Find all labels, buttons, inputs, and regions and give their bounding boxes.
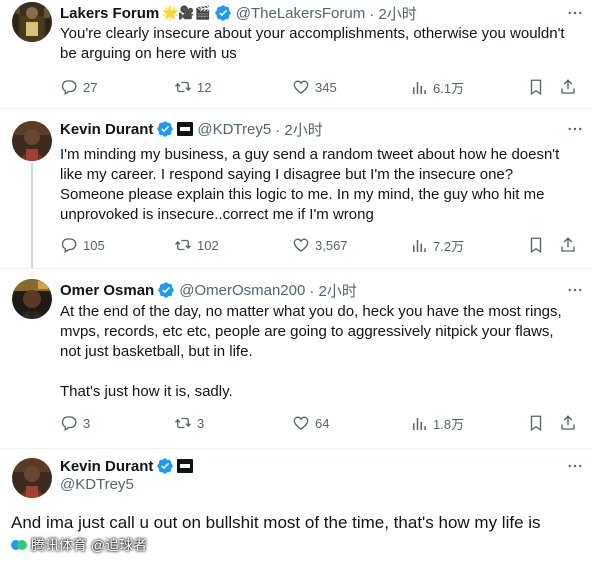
like-count: 3,567 — [315, 237, 348, 253]
reply-icon — [61, 416, 77, 431]
watermark-text: 腾讯体育 @追球者 — [31, 537, 148, 553]
share-button[interactable] — [559, 236, 577, 254]
tweet-text: And ima just call u out on bullshit most… — [11, 513, 541, 532]
handle[interactable]: @KDTrey5 — [60, 476, 134, 493]
views-button[interactable]: 1.8万 — [410, 414, 464, 433]
reply-button[interactable]: 105 — [60, 236, 105, 254]
display-name[interactable]: Omer Osman — [60, 282, 154, 299]
reply-icon — [61, 80, 77, 95]
share-icon — [561, 237, 575, 252]
view-count: 6.1万 — [433, 81, 465, 96]
name-emoji: 🌟🎥🎬 — [162, 5, 211, 20]
reply-count: 3 — [83, 415, 91, 431]
share-icon — [561, 415, 575, 430]
retweet-count: 12 — [197, 79, 212, 95]
more-options-icon[interactable] — [565, 457, 585, 475]
bookmark-button[interactable] — [527, 414, 545, 432]
verified-badge-icon — [157, 281, 175, 299]
retweet-count: 3 — [197, 415, 205, 431]
share-button[interactable] — [559, 78, 577, 96]
affiliate-flag-icon — [177, 122, 194, 136]
retweet-button[interactable]: 102 — [174, 236, 219, 254]
bookmark-button[interactable] — [527, 236, 545, 254]
analytics-icon — [413, 417, 426, 430]
view-count: 7.2万 — [433, 239, 465, 254]
retweet-icon — [175, 417, 191, 429]
analytics-icon — [413, 239, 426, 252]
tweet-header: Omer Osman @OmerOsman200 · 2小时 — [60, 279, 585, 301]
verified-badge-icon — [156, 457, 174, 475]
display-name[interactable]: Kevin Durant — [60, 121, 153, 138]
views-button[interactable]: 6.1万 — [410, 78, 464, 97]
tweet-lakers-forum[interactable]: Lakers Forum 🌟🎥🎬 @TheLakersForum · 2小时 Y… — [0, 0, 593, 107]
tweet-text: At the end of the day, no matter what yo… — [60, 303, 562, 400]
bookmark-icon — [530, 237, 542, 254]
reply-icon — [61, 238, 77, 253]
divider — [0, 448, 593, 449]
views-button[interactable]: 7.2万 — [410, 236, 464, 255]
view-count: 1.8万 — [433, 417, 465, 432]
timestamp[interactable]: · 2小时 — [275, 119, 323, 140]
heart-icon — [293, 238, 309, 252]
handle[interactable]: @TheLakersForum — [236, 5, 365, 22]
tweet-header: Kevin Durant — [60, 455, 585, 477]
thread-line — [31, 163, 33, 269]
avatar-lakers-forum[interactable] — [12, 2, 52, 42]
handle[interactable]: @OmerOsman200 — [179, 282, 305, 299]
retweet-icon — [175, 81, 191, 93]
divider — [0, 268, 593, 269]
like-count: 64 — [315, 415, 330, 431]
avatar-omer-osman[interactable] — [12, 279, 52, 319]
retweet-icon — [175, 239, 191, 251]
analytics-icon — [413, 81, 426, 94]
share-button[interactable] — [559, 414, 577, 432]
more-options-icon[interactable] — [565, 281, 585, 299]
reply-count: 105 — [83, 237, 105, 253]
like-button[interactable]: 345 — [292, 78, 337, 96]
watermark: 腾讯体育 @追球者 — [10, 535, 147, 555]
affiliate-flag-icon — [177, 459, 194, 473]
reply-count: 27 — [83, 79, 98, 95]
watermark-logo-icon — [11, 540, 27, 550]
heart-icon — [293, 416, 309, 430]
like-count: 345 — [315, 79, 337, 95]
retweet-button[interactable]: 3 — [174, 414, 204, 432]
handle[interactable]: @KDTrey5 — [197, 121, 271, 138]
more-options-icon[interactable] — [565, 4, 585, 22]
timestamp[interactable]: · 2小时 — [369, 3, 417, 24]
avatar-kevin-durant[interactable] — [12, 458, 52, 498]
bookmark-icon — [530, 415, 542, 432]
reply-button[interactable]: 3 — [60, 414, 90, 432]
action-bar: 27 12 345 6.1万 — [60, 78, 582, 98]
bookmark-button[interactable] — [527, 78, 545, 96]
timestamp[interactable]: · 2小时 — [309, 280, 357, 301]
display-name[interactable]: Lakers Forum — [60, 5, 159, 22]
like-button[interactable]: 3,567 — [292, 236, 348, 254]
share-icon — [561, 79, 575, 94]
action-bar: 3 3 64 1.8万 — [60, 414, 582, 434]
divider — [0, 108, 593, 109]
tweet-header: Kevin Durant @KDTrey5 · 2小时 — [60, 118, 585, 140]
verified-badge-icon — [156, 120, 174, 138]
avatar-kevin-durant[interactable] — [12, 121, 52, 161]
reply-button[interactable]: 27 — [60, 78, 97, 96]
tweet-text: You're clearly insecure about your accom… — [60, 25, 569, 62]
tweet-text: I'm minding my business, a guy send a ra… — [60, 146, 564, 223]
action-bar: 105 102 3,567 7.2万 — [60, 236, 582, 256]
retweet-button[interactable]: 12 — [174, 78, 211, 96]
heart-icon — [293, 80, 309, 94]
more-options-icon[interactable] — [565, 120, 585, 138]
display-name[interactable]: Kevin Durant — [60, 458, 153, 475]
verified-badge-icon — [214, 4, 232, 22]
retweet-count: 102 — [197, 237, 219, 253]
bookmark-icon — [530, 79, 542, 96]
like-button[interactable]: 64 — [292, 414, 329, 432]
